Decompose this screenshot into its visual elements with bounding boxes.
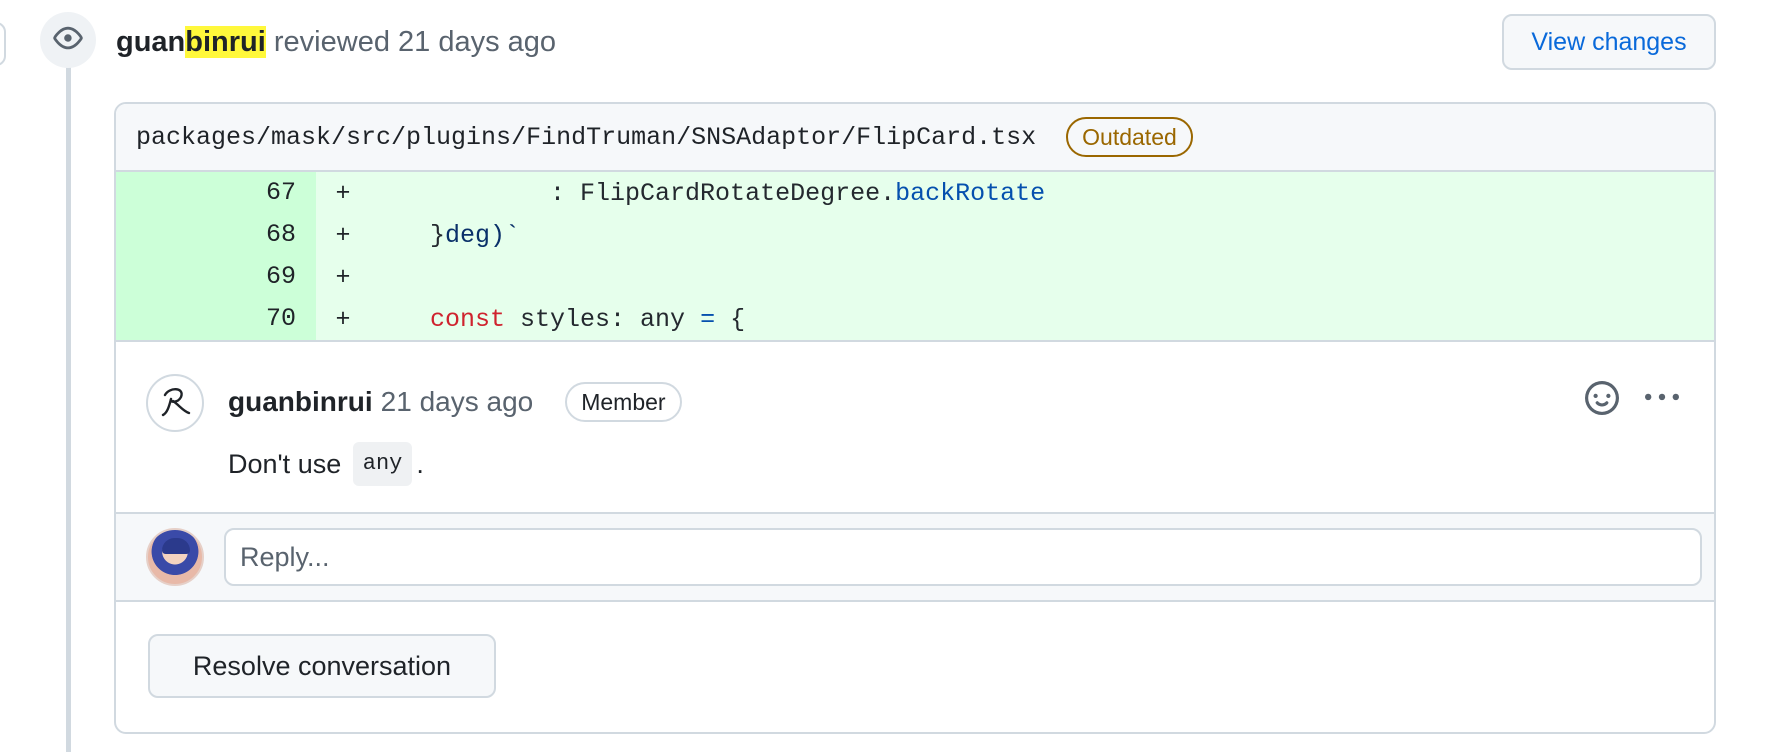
review-time[interactable]: 21 days ago [398, 26, 556, 58]
comment-time[interactable]: 21 days ago [381, 382, 534, 422]
outdated-badge: Outdated [1066, 117, 1193, 157]
diff-line: 70 + const styles: any = { [116, 298, 1714, 340]
review-action: reviewed [273, 26, 390, 58]
review-badge [40, 12, 96, 68]
line-number[interactable]: 69 [116, 256, 316, 298]
comment-meta: guanbinrui 21 days ago Member [228, 382, 682, 422]
code-content: : FlipCardRotateDegree.backRotate [550, 178, 1046, 208]
smiley-icon [1585, 380, 1619, 420]
line-number[interactable]: 68 [116, 214, 316, 256]
diff-line: 68 + }deg)` [116, 214, 1714, 256]
diff-sign: + [335, 220, 351, 250]
reply-input[interactable] [224, 528, 1702, 586]
comment-author-link[interactable]: guanbinrui [228, 382, 373, 422]
resolve-conversation-button[interactable]: Resolve conversation [148, 634, 496, 698]
eye-icon [53, 23, 83, 58]
file-header: packages/mask/src/plugins/FindTruman/SNS… [116, 104, 1714, 172]
inline-code: any [352, 442, 413, 486]
avatar[interactable] [146, 374, 204, 432]
signature-avatar-icon [155, 381, 195, 426]
file-path-link[interactable]: packages/mask/src/plugins/FindTruman/SNS… [136, 123, 1036, 152]
review-comment: guanbinrui 21 days ago Member Don't use … [116, 342, 1714, 514]
timeline-line [66, 64, 71, 752]
resolve-area: Resolve conversation [116, 602, 1714, 720]
line-number[interactable]: 67 [116, 172, 316, 214]
kebab-horizontal-icon [1645, 381, 1679, 420]
view-changes-button[interactable]: View changes [1502, 14, 1716, 70]
diff-line: 67 + : FlipCardRotateDegree.backRotate [116, 172, 1714, 214]
comment-body: Don't use any. [228, 442, 424, 486]
more-options-button[interactable] [1640, 380, 1684, 420]
code-content: }deg)` [430, 220, 521, 250]
diff-sign: + [335, 304, 351, 334]
reply-row [116, 514, 1714, 602]
review-author-link[interactable]: guanbinrui [116, 26, 266, 58]
line-number[interactable]: 70 [116, 298, 316, 340]
timeline-connector [0, 22, 6, 66]
diff-sign: + [335, 178, 351, 208]
review-header: guanbinrui reviewed 21 days ago [116, 22, 556, 62]
member-badge: Member [565, 382, 682, 422]
current-user-avatar [146, 528, 204, 586]
search-highlight: binrui [185, 26, 266, 58]
review-thread: packages/mask/src/plugins/FindTruman/SNS… [114, 102, 1716, 734]
code-content: const styles: any = { [430, 304, 746, 334]
diff-sign: + [335, 262, 351, 292]
diff-hunk: 67 + : FlipCardRotateDegree.backRotate 6… [116, 172, 1714, 342]
add-reaction-button[interactable] [1582, 380, 1622, 420]
diff-line: 69 + [116, 256, 1714, 298]
